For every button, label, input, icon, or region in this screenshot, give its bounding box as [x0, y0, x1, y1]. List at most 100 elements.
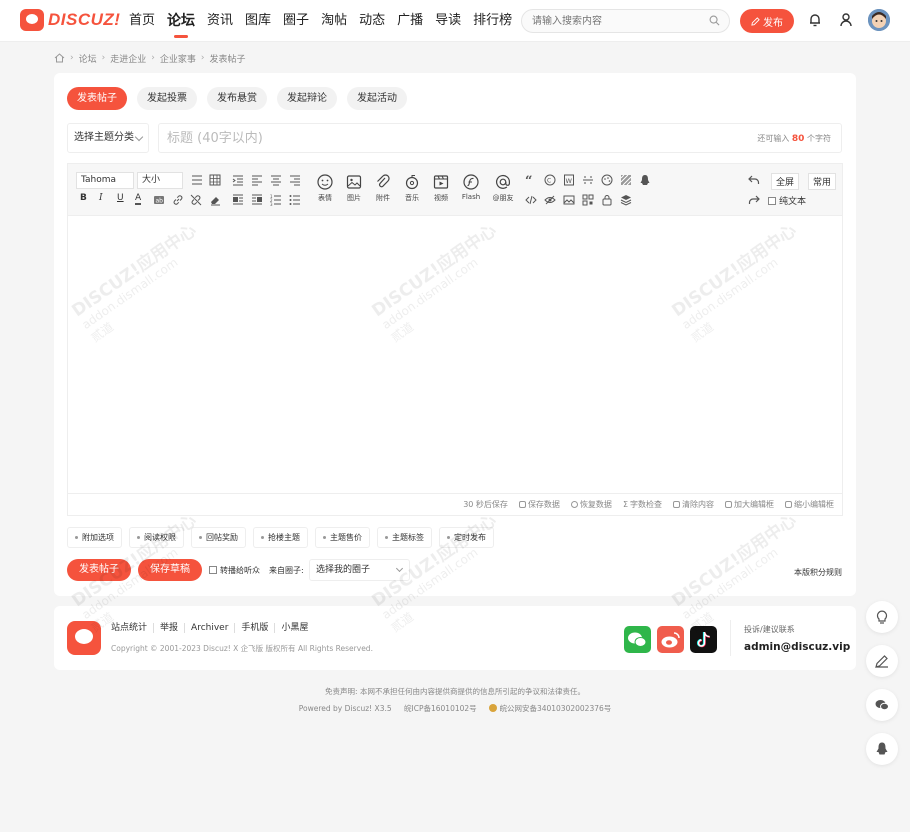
align-left-icon[interactable] — [251, 174, 263, 186]
side-edit-button[interactable] — [866, 645, 898, 677]
side-wechat-button[interactable] — [866, 689, 898, 721]
size-select[interactable]: 大小 — [137, 172, 183, 189]
extra-read-permission[interactable]: 阅读权限 — [129, 527, 184, 548]
nav-item-ranking[interactable]: 排行榜 — [467, 0, 518, 42]
bell-icon[interactable] — [806, 11, 824, 29]
editor-body[interactable] — [68, 216, 842, 493]
extra-reply-reward[interactable]: 回帖奖励 — [191, 527, 246, 548]
italic-icon[interactable]: I — [99, 193, 103, 203]
unordered-list-icon[interactable] — [289, 194, 301, 206]
user-icon[interactable] — [838, 11, 856, 29]
common-button[interactable]: 常用 — [808, 173, 837, 190]
breadcrumb-enterprise[interactable]: 走进企业 — [110, 52, 146, 65]
forward-checkbox[interactable] — [209, 566, 217, 574]
nav-item-guide[interactable]: 导读 — [429, 0, 467, 42]
image-button[interactable]: 图片 — [341, 174, 367, 203]
search-icon[interactable] — [709, 15, 720, 26]
restore-data-button[interactable]: 恢复数据 — [570, 499, 612, 510]
save-data-button[interactable]: 保存数据 — [518, 499, 560, 510]
bold-icon[interactable]: B — [80, 193, 87, 203]
word-paste-icon[interactable]: W — [563, 174, 575, 186]
nav-item-gallery[interactable]: 图库 — [239, 0, 277, 42]
breadcrumb-forum[interactable]: 论坛 — [79, 52, 97, 65]
attachment-button[interactable]: 附件 — [370, 174, 396, 203]
link-icon[interactable] — [172, 194, 184, 206]
shrink-editor-button[interactable]: 缩小编辑框 — [785, 499, 834, 510]
forward-toggle[interactable]: 转播给听众 — [209, 565, 260, 576]
credit-rules-link[interactable]: 本版积分规则 — [794, 567, 842, 578]
float-right-icon[interactable] — [251, 194, 263, 206]
extra-tags[interactable]: 主题标签 — [377, 527, 432, 548]
code-block-icon[interactable]: C — [544, 174, 556, 186]
tab-poll[interactable]: 发起投票 — [137, 87, 197, 110]
layers-icon[interactable] — [620, 194, 632, 206]
nav-item-feed[interactable]: 动态 — [353, 0, 391, 42]
image-gallery-icon[interactable] — [563, 194, 575, 206]
fullscreen-button[interactable]: 全屏 — [771, 173, 800, 190]
submit-post-button[interactable]: 发表帖子 — [67, 559, 131, 581]
lock-icon[interactable] — [601, 194, 613, 206]
save-draft-button[interactable]: 保存草稿 — [138, 559, 202, 581]
plain-text-checkbox[interactable] — [768, 197, 776, 205]
footer-link-archiver[interactable]: Archiver — [184, 623, 234, 633]
nav-item-circle[interactable]: 圈子 — [277, 0, 315, 42]
contact-email[interactable]: admin@discuz.vip — [744, 641, 850, 653]
mention-button[interactable]: @朋友 — [488, 174, 518, 203]
tab-activity[interactable]: 发起活动 — [347, 87, 407, 110]
unlink-icon[interactable] — [190, 194, 202, 206]
eraser-icon[interactable] — [209, 194, 221, 206]
align-right-icon[interactable] — [289, 174, 301, 186]
hide-icon[interactable] — [544, 194, 556, 206]
font-select[interactable]: Tahoma — [76, 172, 134, 189]
extra-schedule[interactable]: 定时发布 — [439, 527, 494, 548]
tab-debate[interactable]: 发起辩论 — [277, 87, 337, 110]
line-height-icon[interactable] — [191, 174, 203, 186]
word-check-button[interactable]: Σ 字数检查 — [623, 499, 662, 510]
nav-item-home[interactable]: 首页 — [123, 0, 161, 42]
flash-button[interactable]: Flash — [458, 174, 484, 201]
redo-icon[interactable] — [748, 194, 760, 206]
ordered-list-icon[interactable]: 123 — [270, 194, 282, 206]
police-link[interactable]: 皖公网安备34010302002376号 — [499, 704, 611, 713]
extra-floor-grab[interactable]: 抢楼主题 — [253, 527, 308, 548]
nav-item-collection[interactable]: 淘帖 — [315, 0, 353, 42]
hatch-icon[interactable] — [620, 174, 632, 186]
underline-icon[interactable]: U — [117, 193, 124, 203]
music-button[interactable]: 音乐 — [399, 174, 425, 203]
footer-link-report[interactable]: 举报 — [153, 623, 184, 633]
video-button[interactable]: 视频 — [428, 174, 454, 203]
clear-content-button[interactable]: 清除内容 — [673, 499, 714, 510]
qrcode-icon[interactable] — [582, 194, 594, 206]
enlarge-editor-button[interactable]: 加大编辑框 — [725, 499, 774, 510]
font-color-icon[interactable]: A — [135, 193, 142, 205]
extra-additional[interactable]: 附加选项 — [67, 527, 122, 548]
nav-item-forum[interactable]: 论坛 — [161, 0, 201, 42]
tab-new-thread[interactable]: 发表帖子 — [67, 87, 127, 110]
emoji-button[interactable]: 表情 — [312, 174, 338, 203]
align-center-icon[interactable] — [270, 174, 282, 186]
theme-icon[interactable] — [601, 174, 613, 186]
footer-link-stats[interactable]: 站点统计 — [111, 623, 153, 633]
site-logo[interactable]: DISCUZ! — [20, 9, 120, 31]
side-qq-button[interactable] — [866, 733, 898, 765]
undo-icon[interactable] — [748, 174, 760, 186]
powered-by[interactable]: Powered by Discuz! X3.5 — [299, 704, 392, 713]
home-icon[interactable] — [54, 53, 65, 63]
footer-link-mobile[interactable]: 手机版 — [234, 623, 274, 633]
wechat-icon[interactable] — [624, 626, 651, 653]
quote-icon[interactable]: “ — [525, 174, 537, 186]
search-input[interactable] — [532, 10, 707, 32]
qq-icon[interactable] — [639, 174, 651, 186]
category-select[interactable]: 选择主题分类 — [67, 123, 149, 153]
footer-link-blackroom[interactable]: 小黑屋 — [274, 623, 314, 633]
table-icon[interactable] — [209, 174, 221, 186]
plain-text-toggle[interactable]: 纯文本 — [768, 194, 806, 207]
nav-item-news[interactable]: 资讯 — [201, 0, 239, 42]
code-icon[interactable] — [525, 194, 537, 206]
tab-reward[interactable]: 发布悬赏 — [207, 87, 267, 110]
douyin-icon[interactable] — [690, 626, 717, 653]
float-left-icon[interactable] — [232, 194, 244, 206]
title-input[interactable] — [159, 124, 609, 152]
background-color-icon[interactable]: ab — [153, 194, 165, 206]
nav-item-broadcast[interactable]: 广播 — [391, 0, 429, 42]
